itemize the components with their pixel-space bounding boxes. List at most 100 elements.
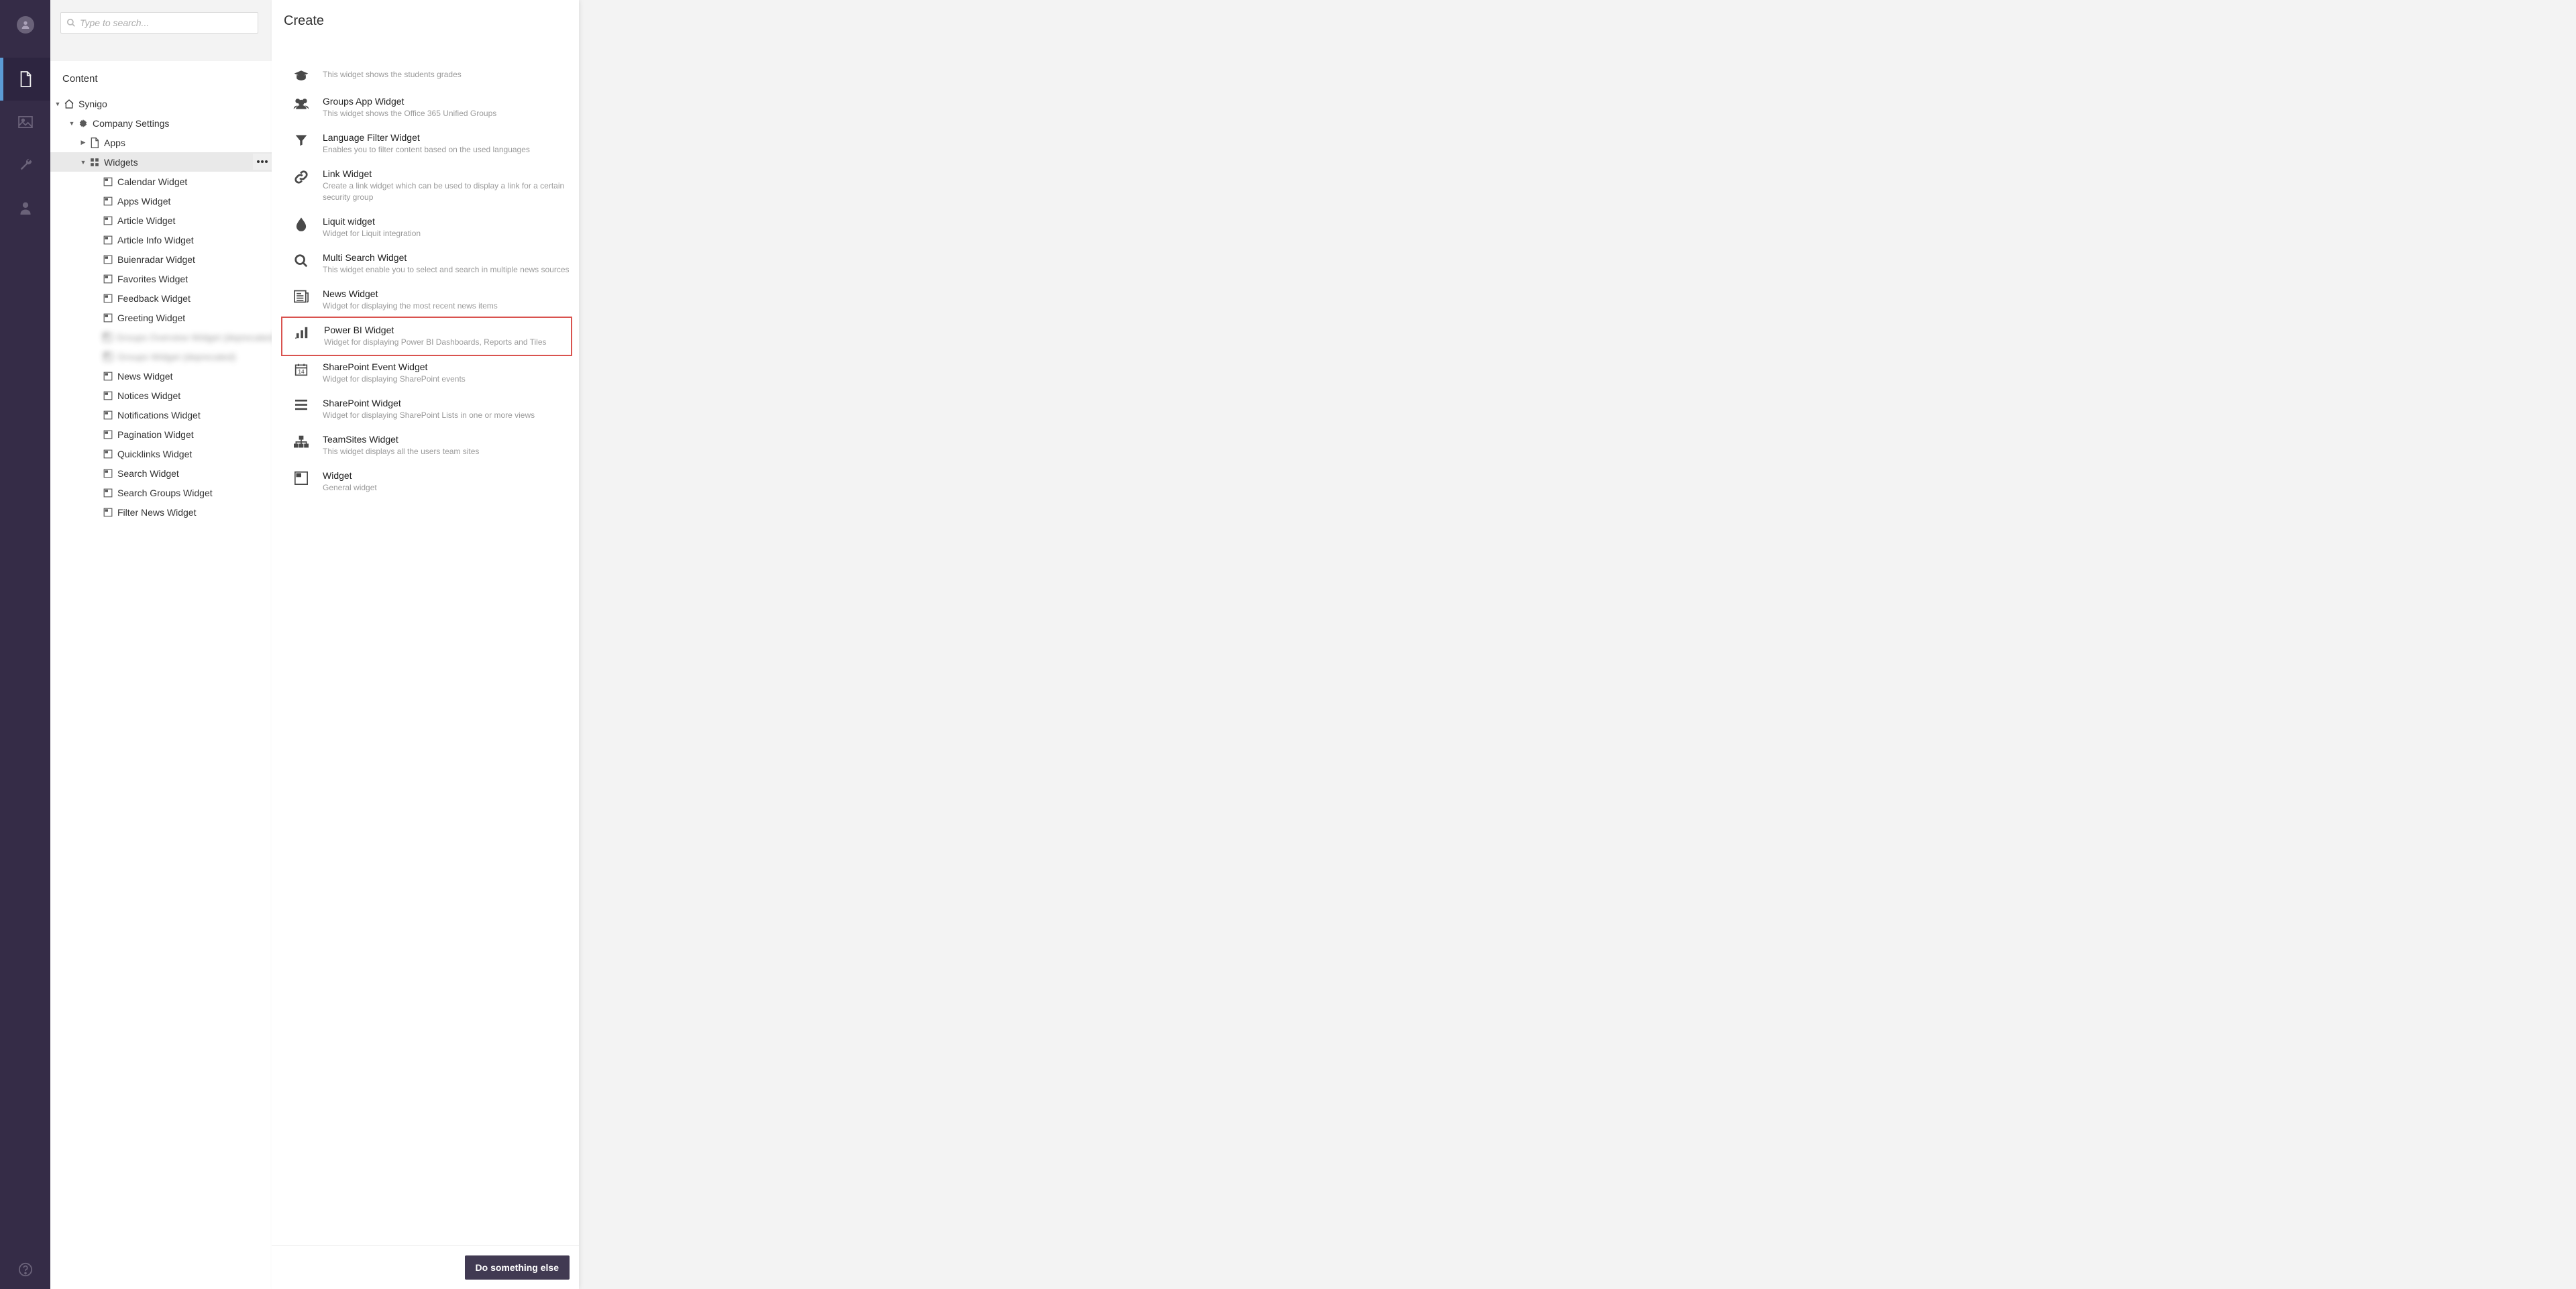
caret-right-icon: ▶	[80, 139, 87, 146]
nav-settings[interactable]	[0, 144, 50, 186]
widgets-icon	[89, 157, 100, 168]
tree-node-apps[interactable]: ▶ Apps	[50, 133, 272, 152]
tree-widget-item[interactable]: Groups Overview Widget (deprecated)	[50, 327, 272, 347]
create-item[interactable]: 14 SharePoint Event Widget Widget for disp…	[288, 355, 571, 391]
home-icon	[64, 99, 74, 109]
create-item[interactable]: Power BI WidgetWidget for displaying Pow…	[281, 317, 572, 355]
create-item-desc: Widget for displaying SharePoint events	[323, 374, 571, 384]
search-input[interactable]	[80, 17, 252, 28]
tree-node-label: Buienradar Widget	[117, 254, 195, 265]
search-icon	[288, 252, 315, 268]
create-item[interactable]: Link WidgetCreate a link widget which ca…	[288, 162, 571, 209]
tree-widget-item[interactable]: Pagination Widget	[50, 425, 272, 444]
image-icon	[18, 116, 33, 128]
do-something-else-button[interactable]: Do something else	[465, 1255, 570, 1280]
tree-widget-item[interactable]: Greeting Widget	[50, 308, 272, 327]
chart-icon	[289, 325, 316, 339]
tree-widget-item[interactable]: Apps Widget	[50, 191, 272, 211]
create-item-title: Groups App Widget	[323, 96, 571, 107]
search-icon	[66, 18, 80, 27]
create-item-title: Language Filter Widget	[323, 132, 571, 143]
grades-icon	[288, 68, 315, 82]
create-item-desc: Enables you to filter content based on t…	[323, 144, 571, 155]
tree-widget-item[interactable]: Buienradar Widget	[50, 249, 272, 269]
tree-widget-item[interactable]: Feedback Widget	[50, 288, 272, 308]
create-item[interactable]: TeamSites WidgetThis widget displays all…	[288, 427, 571, 463]
widget-icon	[103, 196, 113, 207]
tree-widget-item[interactable]: Notifications Widget	[50, 405, 272, 425]
tree-widget-item[interactable]: Notices Widget	[50, 386, 272, 405]
tree-node-label: Notices Widget	[117, 390, 180, 401]
widget-icon	[103, 410, 113, 421]
news-icon	[288, 288, 315, 303]
tree-widget-item[interactable]: Quicklinks Widget	[50, 444, 272, 463]
widget-icon	[103, 390, 113, 401]
create-item[interactable]: Multi Search WidgetThis widget enable yo…	[288, 245, 571, 282]
nav-content[interactable]	[0, 58, 50, 101]
create-list[interactable]: This widget shows the students grades Gr…	[272, 61, 579, 1245]
widget-icon	[103, 293, 113, 304]
widget-icon	[288, 470, 315, 485]
user-icon	[19, 201, 32, 215]
widget-icon	[103, 507, 113, 518]
widget-icon	[103, 313, 113, 323]
create-item-desc: Widget for displaying SharePoint Lists i…	[323, 410, 571, 421]
tree-node-label: Search Groups Widget	[117, 488, 213, 498]
create-item[interactable]: Groups App WidgetThis widget shows the O…	[288, 89, 571, 125]
gear-icon	[78, 118, 89, 129]
tree-node-label: Apps	[104, 137, 125, 148]
create-item-title: SharePoint Event Widget	[323, 361, 571, 372]
create-item-partial[interactable]: This widget shows the students grades	[288, 61, 571, 89]
nav-users[interactable]	[0, 186, 50, 229]
tree-node-label: Article Widget	[117, 215, 175, 226]
create-item-desc: Create a link widget which can be used t…	[323, 180, 571, 202]
ellipsis-icon	[257, 160, 268, 163]
create-item-desc: This widget shows the students grades	[323, 69, 571, 80]
tree-node-label: Groups Widget (deprecated)	[117, 351, 236, 362]
more-button[interactable]	[253, 154, 272, 170]
create-item-title: News Widget	[323, 288, 571, 299]
create-item[interactable]: SharePoint WidgetWidget for displaying S…	[288, 391, 571, 427]
create-footer: Do something else	[272, 1245, 579, 1289]
tree-widget-item[interactable]: Favorites Widget	[50, 269, 272, 288]
leftrail	[0, 0, 50, 1289]
widget-icon	[103, 254, 113, 265]
create-item[interactable]: News WidgetWidget for displaying the mos…	[288, 282, 571, 318]
search-field[interactable]	[60, 12, 258, 34]
caret-down-icon: ▼	[68, 120, 75, 127]
tree-node-label: Widgets	[104, 157, 138, 168]
create-item-title: Widget	[323, 470, 571, 481]
sitemap-icon	[288, 434, 315, 449]
tree-node-label: Apps Widget	[117, 196, 170, 207]
tree-widget-item[interactable]: Search Groups Widget	[50, 483, 272, 502]
create-item-title: Liquit widget	[323, 216, 571, 227]
tree-node-synigo[interactable]: ▼ Synigo	[50, 94, 272, 113]
tree-widget-item[interactable]: Article Info Widget	[50, 230, 272, 249]
tree-node-label: Search Widget	[117, 468, 179, 479]
nav-media[interactable]	[0, 101, 50, 144]
avatar[interactable]	[17, 16, 34, 34]
create-panel: Create This widget shows the students gr…	[272, 0, 579, 1289]
create-item-desc: Widget for Liquit integration	[323, 228, 571, 239]
tree-widget-item[interactable]: Article Widget	[50, 211, 272, 230]
tree-node-label: Greeting Widget	[117, 313, 185, 323]
svg-text:14: 14	[298, 368, 305, 374]
create-item-title: TeamSites Widget	[323, 434, 571, 445]
tree-widget-item[interactable]: Calendar Widget	[50, 172, 272, 191]
tree-widget-item[interactable]: Groups Widget (deprecated)	[50, 347, 272, 366]
tree-widget-item[interactable]: Filter News Widget	[50, 502, 272, 522]
tree-node-widgets[interactable]: ▼ Widgets	[50, 152, 272, 172]
tree-node-label: News Widget	[117, 371, 172, 382]
create-item[interactable]: Liquit widgetWidget for Liquit integrati…	[288, 209, 571, 245]
content-tree[interactable]: ▼ Synigo ▼ Company Settings ▶ Apps ▼	[50, 94, 272, 1286]
help-button[interactable]	[18, 1262, 33, 1277]
panel-title: Content	[50, 61, 272, 94]
tree-node-company-settings[interactable]: ▼ Company Settings	[50, 113, 272, 133]
link-icon	[288, 168, 315, 184]
create-item-desc: Widget for displaying the most recent ne…	[323, 300, 571, 311]
tree-node-label: Pagination Widget	[117, 429, 194, 440]
tree-widget-item[interactable]: Search Widget	[50, 463, 272, 483]
create-item[interactable]: WidgetGeneral widget	[288, 463, 571, 500]
create-item[interactable]: Language Filter WidgetEnables you to fil…	[288, 125, 571, 162]
tree-widget-item[interactable]: News Widget	[50, 366, 272, 386]
